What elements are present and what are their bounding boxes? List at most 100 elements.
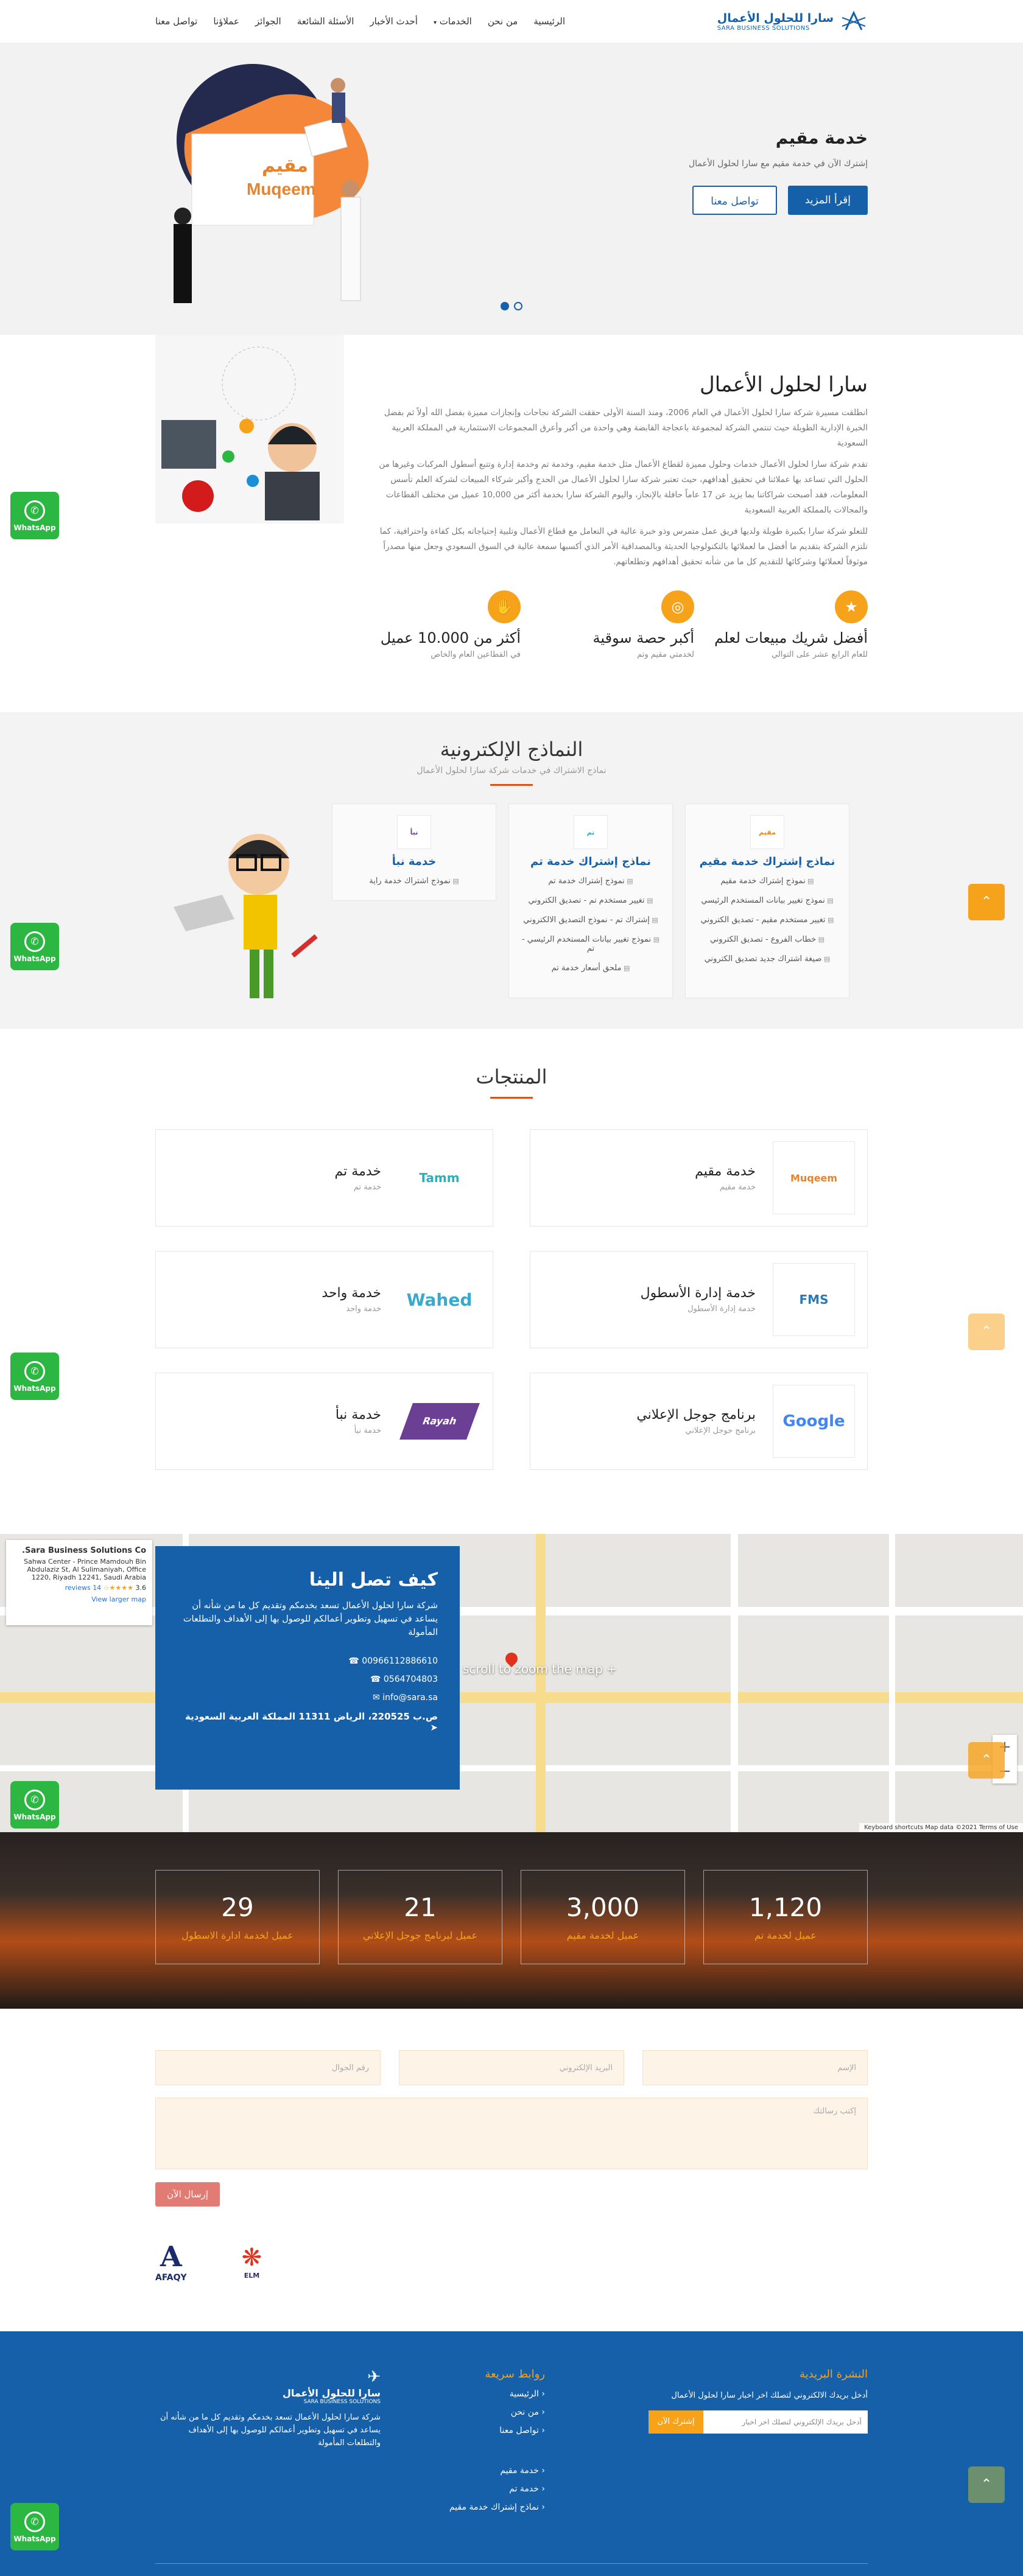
- footer-about: ✈ سارا للحلول الأعمال SARA BUSINESS SOLU…: [155, 2368, 381, 2449]
- footer-link[interactable]: من نحن: [423, 2407, 545, 2417]
- newsletter-input[interactable]: أدخل بريدك الإلكتروني لتصلك اخر اخبار: [703, 2410, 868, 2434]
- about-paragraph-3: للتعلو شركة سارا بكبيرة طويلة ولديها فري…: [379, 527, 868, 567]
- nav-about[interactable]: من نحن: [488, 16, 518, 27]
- phone-icon: ☎: [348, 1656, 359, 1666]
- map-section[interactable]: Sara Business Solutions Co. Sahwa Center…: [0, 1534, 1023, 1832]
- nav-services[interactable]: الخدمات ▾: [434, 16, 472, 27]
- form-link[interactable]: تغيير مستخدم مقيم - تصديق الكتروني: [695, 915, 839, 925]
- rayah-logo: Rayah: [398, 1385, 480, 1458]
- form-link[interactable]: خطاب الفروع - تصديق الكتروني: [695, 935, 839, 944]
- newsletter-desc: أدخل بريدك الالكتروني لتصلك اخر اخبار سا…: [671, 2391, 868, 2400]
- footer-about-text: شركة سارا لحلول الأعمال تسعد بخدمكم وتقد…: [160, 2413, 381, 2448]
- whatsapp-label: WhatsApp: [13, 1813, 56, 1821]
- target-icon: ◎: [661, 590, 694, 623]
- product-sub: خدمة مقيم: [719, 1183, 756, 1192]
- form-card-title: خدمة نبأ: [392, 855, 437, 868]
- nav-faq[interactable]: الأسئلة الشائعة: [297, 16, 354, 27]
- footer-logo-ar: سارا للحلول الأعمال: [282, 2387, 381, 2399]
- scroll-top-button[interactable]: ⌃: [968, 1742, 1005, 1779]
- email-text: info@sara.sa: [382, 1693, 438, 1703]
- product-card-wahed[interactable]: Wahed خدمة واحد خدمة واحد: [155, 1251, 493, 1348]
- whatsapp-icon: ✆: [24, 2511, 45, 2532]
- form-link[interactable]: نموذج اشتراك خدمة راية: [342, 877, 486, 886]
- scroll-top-button[interactable]: ⌃: [968, 2466, 1005, 2503]
- product-card-tamm[interactable]: Tamm خدمة تم خدمة تم: [155, 1129, 493, 1227]
- whatsapp-button[interactable]: ✆ WhatsApp: [10, 2503, 59, 2550]
- nav-news[interactable]: أحدث الأخبار: [370, 16, 418, 27]
- hero-slider: خدمة مقيم إشترك الآن في خدمة مقيم مع سار…: [0, 43, 1023, 335]
- footer-link[interactable]: الرئيسية: [423, 2389, 545, 2399]
- contact-us-button[interactable]: تواصل معنا: [692, 186, 777, 215]
- footer-logo[interactable]: ✈ سارا للحلول الأعمال SARA BUSINESS SOLU…: [155, 2368, 381, 2405]
- elm-logo-text: ELM: [244, 2271, 260, 2280]
- form-link[interactable]: تغيير مستخدم تم - تصديق الكتروني: [519, 896, 663, 905]
- form-link[interactable]: ملحق أسعار خدمة تم: [519, 964, 663, 973]
- email[interactable]: info@sara.sa ✉: [177, 1693, 438, 1703]
- elm-glyph-icon: ❋: [241, 2243, 262, 2272]
- phone-2[interactable]: 0564704803 ☎: [177, 1675, 438, 1684]
- about-paragraph-2: تقدم شركة سارا لحلول الأعمال خدمات وحلول…: [379, 460, 868, 515]
- form-link[interactable]: نموذج تغيير بيانات المستخدم الرئيسي: [695, 896, 839, 905]
- stat-number: 21: [404, 1892, 437, 1922]
- whatsapp-button[interactable]: ✆ WhatsApp: [10, 1353, 59, 1400]
- nav-contact[interactable]: تواصل معنا: [155, 16, 197, 27]
- product-card-fms[interactable]: FMS خدمة إدارة الأسطول خدمة إدارة الأسطول: [530, 1251, 868, 1348]
- email-field[interactable]: البريد الإلكتروني: [399, 2050, 624, 2085]
- star-rating-icon: ★★★★☆: [103, 1584, 133, 1592]
- product-card-muqeem[interactable]: Muqeem خدمة مقيم خدمة مقيم: [530, 1129, 868, 1227]
- form-link[interactable]: صيغة اشتراك جديد تصديق الكتروني: [695, 954, 839, 964]
- form-link[interactable]: نموذج تغيير بيانات المستخدم الرئيسي - تم: [519, 935, 663, 953]
- whatsapp-button[interactable]: ✆ WhatsApp: [10, 923, 59, 970]
- site-logo[interactable]: سارا للحلول الأعمال SARA BUSINESS SOLUTI…: [717, 9, 868, 33]
- nav-services-label: الخدمات: [439, 16, 472, 27]
- contact-title: كيف تصل الينا: [309, 1569, 438, 1591]
- form-link[interactable]: نموذج إشتراك خدمة تم: [519, 877, 663, 886]
- form-link[interactable]: نموذج إشتراك خدمة مقيم: [695, 877, 839, 886]
- site-header: سارا للحلول الأعمال SARA BUSINESS SOLUTI…: [0, 0, 1023, 43]
- send-button[interactable]: إرسال الآن: [155, 2182, 220, 2207]
- nav-clients[interactable]: عملاؤنا: [213, 16, 239, 27]
- footer-link[interactable]: خدمة تم: [423, 2484, 545, 2494]
- product-card-google-ads[interactable]: Google برنامج جوجل الإعلاني برنامج جوجل ا…: [530, 1373, 868, 1470]
- read-more-button[interactable]: إقرأ المزيد: [787, 186, 868, 215]
- product-sub: خدمة واحد: [346, 1304, 381, 1314]
- fms-logo: FMS: [773, 1263, 855, 1336]
- subscribe-button[interactable]: إشترك الآن: [649, 2410, 703, 2434]
- contact-desc: شركة سارا لحلول الأعمال تسعد بخدمكم وتقد…: [183, 1601, 438, 1637]
- nav-home[interactable]: الرئيسية: [533, 16, 565, 27]
- form-link[interactable]: إشتراك تم - نموذج التصديق الالكتروني: [519, 915, 663, 925]
- scroll-top-button[interactable]: ⌃: [968, 1314, 1005, 1350]
- map-reviews-link[interactable]: 14 reviews: [65, 1584, 102, 1592]
- form-inputs-row: الإسم البريد الإلكتروني رقم الجوال: [155, 2050, 868, 2085]
- whatsapp-label: WhatsApp: [13, 954, 56, 963]
- feature-title: أفضل شريك مبيعات لعلم: [714, 629, 868, 646]
- elm-logo[interactable]: ❋ ELM: [242, 2244, 262, 2280]
- name-field[interactable]: الإسم: [642, 2050, 868, 2085]
- nav-awards[interactable]: الجوائز: [255, 16, 281, 27]
- whatsapp-button[interactable]: ✆ WhatsApp: [10, 492, 59, 539]
- chevron-up-icon: ⌃: [980, 2477, 993, 2492]
- product-card-naba[interactable]: Rayah خدمة نبأ خدمة نبأ: [155, 1373, 493, 1470]
- phone-field[interactable]: رقم الجوال: [155, 2050, 381, 2085]
- newsletter-title: النشرة البريدية: [799, 2368, 868, 2381]
- footer-link[interactable]: تواصل معنا: [423, 2426, 545, 2435]
- whatsapp-icon: ✆: [24, 931, 45, 952]
- products-section: المنتجات Muqeem خدمة مقيم خدمة مقيم Tamm …: [0, 1029, 1023, 1534]
- message-field[interactable]: إكتب رسالتك: [155, 2098, 868, 2169]
- afaqy-glyph-icon: A: [160, 2240, 182, 2273]
- contact-form-section: الإسم البريد الإلكتروني رقم الجوال إكتب …: [0, 2009, 1023, 2331]
- slider-dot-1[interactable]: [501, 302, 509, 310]
- muqeem-logo: Muqeem: [773, 1141, 855, 1214]
- phone-1-text: 00966112886610: [362, 1656, 438, 1666]
- slider-dot-2[interactable]: [514, 302, 522, 310]
- afaqy-logo[interactable]: A AFAQY: [155, 2240, 187, 2283]
- phone-1[interactable]: 00966112886610 ☎: [177, 1656, 438, 1666]
- scroll-top-button[interactable]: ⌃: [968, 884, 1005, 920]
- view-larger-map-link[interactable]: View larger map: [12, 1595, 146, 1603]
- stats-section: 1,120 عميل لخدمة تم 3,000 عميل لخدمة مقيم …: [0, 1832, 1023, 2009]
- footer-link[interactable]: خدمة مقيم: [423, 2466, 545, 2476]
- map-info-card: Sara Business Solutions Co. Sahwa Center…: [6, 1540, 152, 1625]
- whatsapp-button[interactable]: ✆ WhatsApp: [10, 1781, 59, 1829]
- footer-link[interactable]: نماذج إشتراك خدمة مقيم: [423, 2502, 545, 2512]
- stat-fleet: 29 عميل لخدمة ادارة الاسطول: [155, 1870, 320, 1964]
